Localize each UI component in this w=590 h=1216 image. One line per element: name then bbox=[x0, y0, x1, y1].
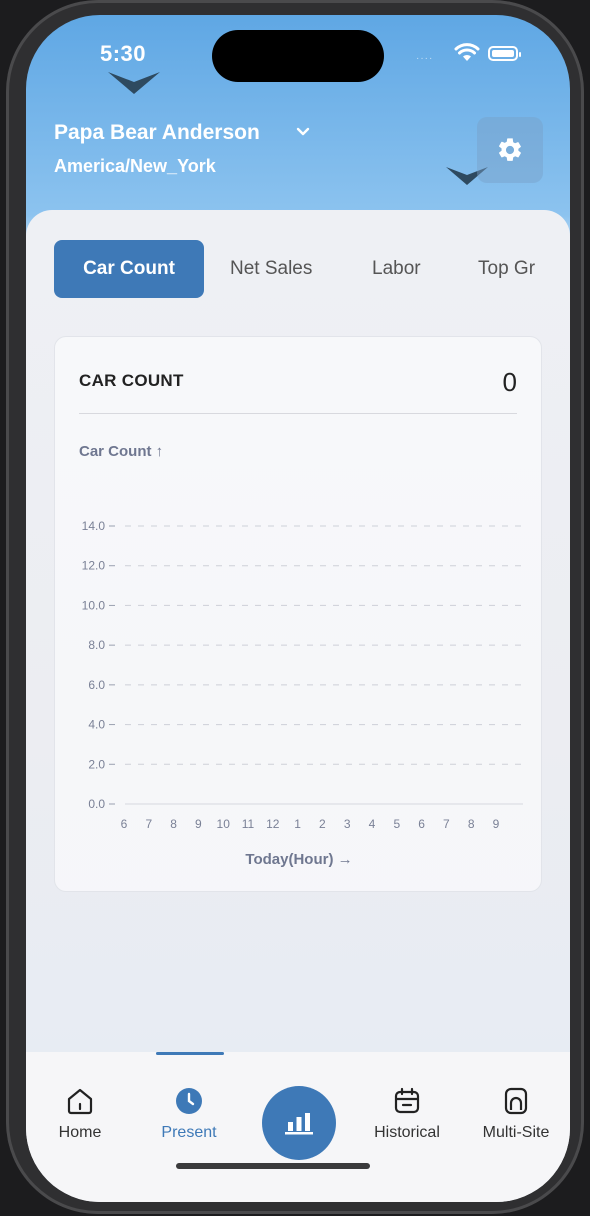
content-panel: Car Count Net Sales Labor Top Gr CAR COU… bbox=[26, 210, 570, 1060]
calendar-icon bbox=[394, 1087, 420, 1114]
x-tick-label: 6 bbox=[121, 817, 128, 831]
y-tick-label: 0.0 bbox=[88, 797, 105, 811]
x-tick-label: 7 bbox=[145, 817, 152, 831]
signal-icon: ···· bbox=[416, 53, 434, 64]
x-tick-label: 6 bbox=[418, 817, 425, 831]
x-tick-label: 2 bbox=[319, 817, 326, 831]
x-tick-label: 5 bbox=[393, 817, 400, 831]
user-name[interactable]: Papa Bear Anderson bbox=[54, 121, 260, 145]
bottom-nav: Home Present Historical Multi-Site bbox=[26, 1052, 570, 1202]
y-tick-label: 14.0 bbox=[82, 519, 106, 533]
bar-chart-icon bbox=[285, 1113, 313, 1135]
x-tick-label: 7 bbox=[443, 817, 450, 831]
tab-net-sales[interactable]: Net Sales bbox=[230, 240, 312, 298]
gear-icon bbox=[499, 138, 521, 161]
nav-home[interactable]: Home bbox=[30, 1086, 130, 1142]
tab-top-gr[interactable]: Top Gr bbox=[478, 240, 535, 298]
y-tick-label: 2.0 bbox=[88, 757, 105, 771]
nav-historical[interactable]: Historical bbox=[357, 1086, 457, 1142]
nav-historical-label: Historical bbox=[374, 1124, 440, 1141]
x-tick-label: 3 bbox=[344, 817, 351, 831]
y-tick-label: 4.0 bbox=[88, 718, 105, 732]
home-icon bbox=[67, 1088, 93, 1115]
x-tick-label: 8 bbox=[468, 817, 475, 831]
car-count-card: CAR COUNT 0 Car Count ↑ 0.0 2.0 4.0 6.0 8.0 1… bbox=[54, 336, 542, 892]
tab-car-count[interactable]: Car Count bbox=[54, 240, 204, 298]
site-icon bbox=[504, 1087, 528, 1115]
x-tick-label: 8 bbox=[170, 817, 177, 831]
active-tab-indicator bbox=[156, 1052, 224, 1055]
x-tick-label: 11 bbox=[242, 817, 255, 831]
y-tick-label: 12.0 bbox=[82, 559, 106, 573]
metric-tabs: Car Count Net Sales Labor Top Gr bbox=[54, 240, 570, 300]
x-tick-label: 9 bbox=[493, 817, 500, 831]
y-tick-label: 8.0 bbox=[88, 638, 105, 652]
y-tick-label: 10.0 bbox=[82, 598, 106, 612]
nav-present[interactable]: Present bbox=[139, 1086, 239, 1142]
settings-button[interactable] bbox=[477, 117, 543, 183]
nav-multi-site[interactable]: Multi-Site bbox=[466, 1086, 566, 1142]
status-time: 5:30 bbox=[100, 41, 147, 66]
nav-home-label: Home bbox=[58, 1124, 102, 1141]
pointer-marker-icon bbox=[108, 72, 160, 94]
timezone-label: America/New_York bbox=[54, 156, 216, 176]
dynamic-island bbox=[212, 30, 384, 82]
app-screen: 5:30 ···· Papa Bear Anderson America/New… bbox=[26, 15, 570, 1202]
x-tick-label: 10 bbox=[217, 817, 231, 831]
wifi-icon bbox=[454, 43, 480, 61]
chevron-down-icon[interactable] bbox=[296, 127, 310, 137]
clock-icon bbox=[176, 1088, 202, 1114]
nav-present-label: Present bbox=[161, 1124, 217, 1141]
x-tick-label: 1 bbox=[294, 817, 301, 831]
tab-labor[interactable]: Labor bbox=[372, 240, 421, 298]
battery-icon bbox=[488, 46, 521, 61]
y-tick-label: 6.0 bbox=[88, 678, 105, 692]
home-indicator bbox=[176, 1163, 370, 1169]
car-count-chart: 0.02.04.06.08.010.012.014.06 7 8 9 10 11 12 1 2 3… bbox=[82, 519, 523, 831]
x-tick-label: 9 bbox=[195, 817, 202, 831]
x-tick-label: 12 bbox=[266, 817, 280, 831]
x-axis-label: Today(Hour) → bbox=[245, 851, 353, 868]
dashboard-fab-button[interactable] bbox=[262, 1086, 336, 1160]
x-tick-label: 4 bbox=[369, 817, 376, 831]
nav-multi-site-label: Multi-Site bbox=[482, 1124, 550, 1141]
